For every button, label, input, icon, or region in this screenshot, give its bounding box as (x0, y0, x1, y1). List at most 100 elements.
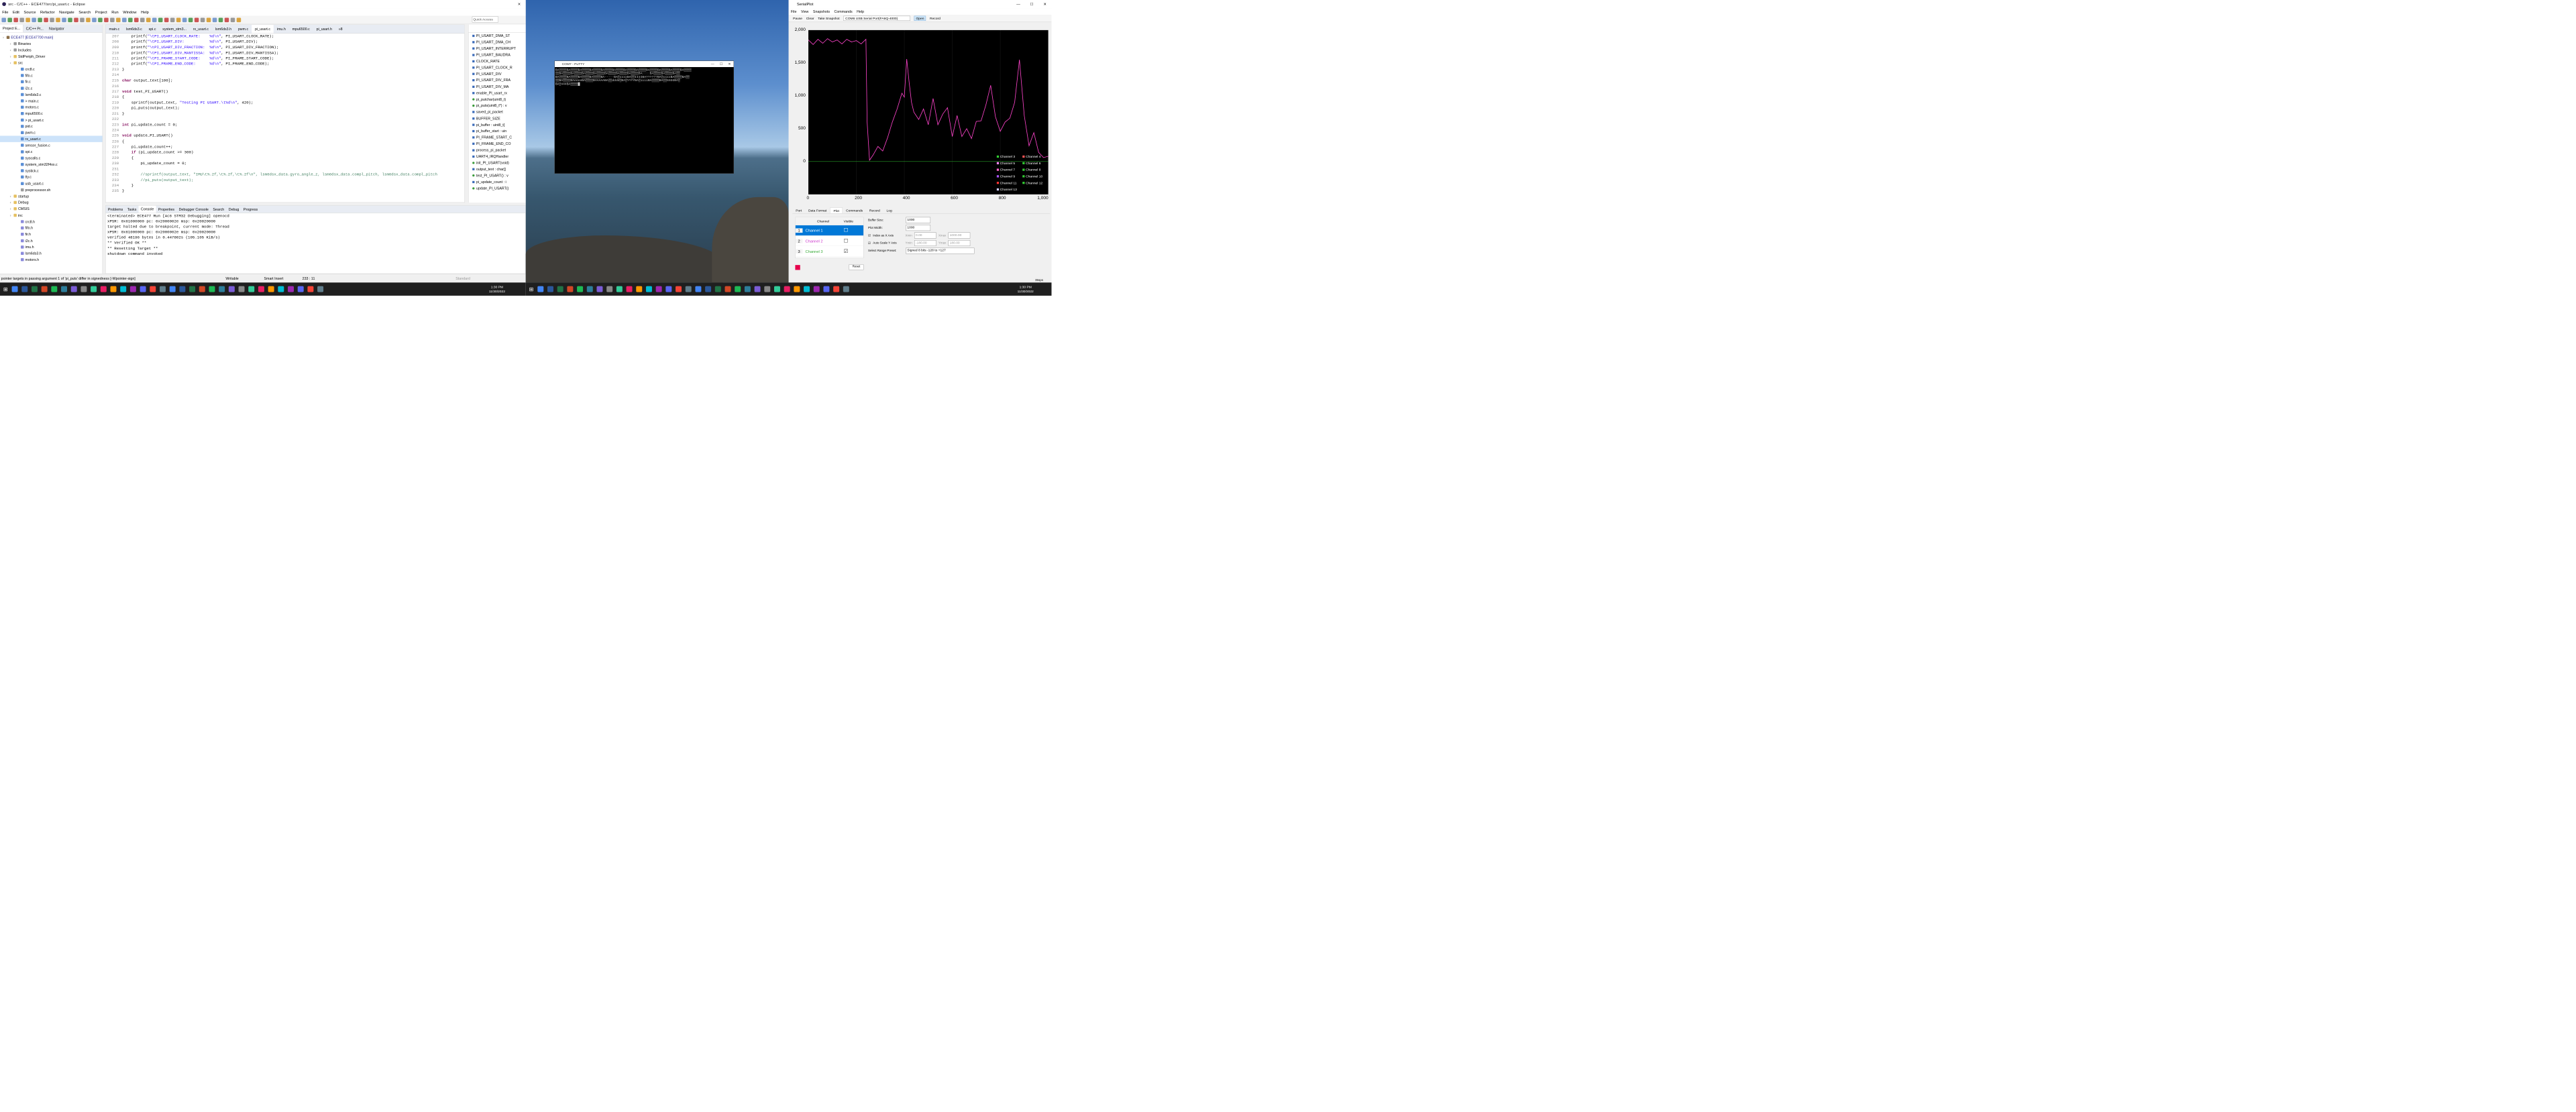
taskbar-clock[interactable]: 1:30 PM 11/30/2022 (485, 285, 510, 294)
channel-row[interactable]: 3 Channel 3 ☑ (795, 246, 864, 257)
channel-name[interactable]: Channel 1 (802, 228, 843, 233)
toolbar-tool-icon[interactable] (62, 17, 66, 22)
toolbar-tool-icon[interactable] (44, 17, 48, 22)
tree-item[interactable]: › Binaries (0, 40, 103, 46)
tree-item[interactable]: › startup (0, 193, 103, 199)
tree-item[interactable]: mpu6500.c (0, 111, 103, 117)
menu-commands[interactable]: Commands (832, 9, 855, 13)
taskbar-app-icon[interactable] (11, 286, 18, 292)
editor-tab[interactable]: imu.h (274, 25, 289, 33)
menu-run[interactable]: Run (109, 10, 121, 15)
menu-source[interactable]: Source (21, 10, 38, 15)
clear-button[interactable]: Clear (806, 16, 814, 20)
taskbar-app-icon[interactable] (576, 286, 583, 292)
buffer-size-input[interactable]: 1000 (906, 217, 931, 223)
taskbar-app-icon[interactable] (140, 286, 146, 292)
toolbar-tool-icon[interactable] (86, 17, 91, 22)
minimize-icon[interactable]: — (1012, 2, 1025, 7)
taskbar-app-icon[interactable] (833, 286, 840, 292)
outline-item[interactable]: pi_buffer_start : uin (468, 128, 525, 134)
outline-item[interactable]: pi_update_count : i (468, 178, 525, 184)
taskbar-app-icon[interactable] (665, 286, 672, 292)
maximize-icon[interactable]: ☐ (1025, 2, 1038, 7)
taskbar-app-icon[interactable] (675, 286, 682, 292)
console-tab[interactable]: Debug (226, 207, 241, 211)
taskbar-app-icon[interactable] (31, 286, 38, 292)
outline-item[interactable]: saved_pi_packet (468, 109, 525, 115)
outline-item[interactable]: PI_USART_DMA_ST (468, 33, 525, 39)
toolbar-tool-icon[interactable] (158, 17, 163, 22)
tree-item[interactable]: fifo.c (0, 72, 103, 78)
record-button[interactable]: Record (930, 16, 941, 20)
open-button[interactable]: Open (914, 15, 926, 21)
taskbar-app-icon[interactable] (219, 286, 225, 292)
taskbar-app-icon[interactable] (754, 286, 761, 292)
tree-item[interactable]: spi.c (0, 149, 103, 155)
tree-item[interactable]: motors.h (0, 257, 103, 263)
tree-item[interactable]: system_stm32f4xx.c (0, 161, 103, 167)
taskbar-app-icon[interactable] (784, 286, 790, 292)
console-tab[interactable]: Search (211, 207, 226, 211)
tab-commands[interactable]: Commands (843, 207, 866, 213)
taskbar-app-icon[interactable] (199, 286, 205, 292)
toolbar-tool-icon[interactable] (152, 17, 157, 22)
taskbar-app-icon[interactable] (238, 286, 245, 292)
tree-item[interactable]: pid.c (0, 123, 103, 129)
toolbar-tool-icon[interactable] (13, 17, 18, 22)
taskbar-app-icon[interactable] (159, 286, 166, 292)
taskbar-app-icon[interactable] (685, 286, 692, 292)
menu-view[interactable]: View (799, 9, 811, 13)
tree-item[interactable]: › src (0, 60, 103, 66)
ymax-input[interactable]: 180.00 (948, 239, 971, 246)
toolbar-tool-icon[interactable] (176, 17, 181, 22)
taskbar-app-icon[interactable] (129, 286, 136, 292)
outline-item[interactable]: enable_PI_usart_rx (468, 90, 525, 96)
menu-help[interactable]: Help (139, 10, 151, 15)
taskbar-app-icon[interactable] (547, 286, 553, 292)
close-icon[interactable]: ✕ (518, 2, 521, 7)
taskbar-app-icon[interactable] (297, 286, 304, 292)
taskbar-app-icon[interactable] (744, 286, 751, 292)
menu-file[interactable]: File (789, 9, 799, 13)
outline-item[interactable]: PI_USART_BAUDRA (468, 52, 525, 58)
menu-file[interactable]: File (0, 10, 11, 15)
taskbar-app-icon[interactable] (317, 286, 323, 292)
reset-button[interactable]: Reset (849, 264, 864, 270)
console-tab[interactable]: Console (138, 205, 156, 213)
toolbar-tool-icon[interactable] (104, 17, 109, 22)
close-icon[interactable]: ✕ (1038, 2, 1051, 7)
toolbar-tool-icon[interactable] (170, 17, 175, 22)
editor-tab[interactable]: mpu6500.c (289, 25, 313, 33)
pause-button[interactable]: Pause (793, 16, 802, 20)
taskbar-app-icon[interactable] (823, 286, 830, 292)
color-swatch[interactable] (795, 265, 800, 270)
toolbar-tool-icon[interactable] (7, 17, 12, 22)
taskbar-app-icon[interactable] (248, 286, 255, 292)
toolbar-tool-icon[interactable] (56, 17, 60, 22)
console-tab[interactable]: Tasks (125, 207, 139, 211)
outline-item[interactable]: PI_USART_DMA_CH (468, 39, 525, 45)
tree-item[interactable]: systick.c (0, 168, 103, 174)
taskbar-app-icon[interactable] (626, 286, 633, 292)
outline-item[interactable]: PI_USART_DIV_MA (468, 83, 525, 89)
outline-item[interactable]: output_text : char[] (468, 166, 525, 172)
editor-tab[interactable]: rx_usart.c (190, 25, 212, 33)
toolbar-tool-icon[interactable] (230, 17, 235, 22)
outline-item[interactable]: test_PI_USART() : v (468, 172, 525, 178)
putty-terminal[interactable]: BA▒▒▒▒BA▒▒▒▒BA▒▒▒▒BA▒▒▒▒BA▒▒▒▒BA▒▒▒▒BA▒▒… (555, 67, 734, 87)
taskbar-app-icon[interactable] (258, 286, 264, 292)
taskbar-app-icon[interactable] (606, 286, 613, 292)
outline-item[interactable]: PI_FRAME_END_CO (468, 141, 525, 147)
taskbar-app-icon[interactable] (120, 286, 127, 292)
tree-item[interactable]: tty.c (0, 174, 103, 180)
toolbar-tool-icon[interactable] (164, 17, 169, 22)
quick-access-input[interactable]: Quick Access (472, 16, 498, 23)
tab-log[interactable]: Log (883, 207, 896, 213)
console-tab[interactable]: Properties (156, 207, 177, 211)
taskbar-app-icon[interactable] (80, 286, 87, 292)
taskbar-app-icon[interactable] (278, 286, 284, 292)
index-x-checkbox[interactable]: ☑ (868, 233, 871, 237)
editor-tab[interactable]: pwm.c (235, 25, 252, 33)
taskbar-app-icon[interactable] (537, 286, 544, 292)
xmin-input[interactable]: 0.00 (914, 232, 936, 239)
